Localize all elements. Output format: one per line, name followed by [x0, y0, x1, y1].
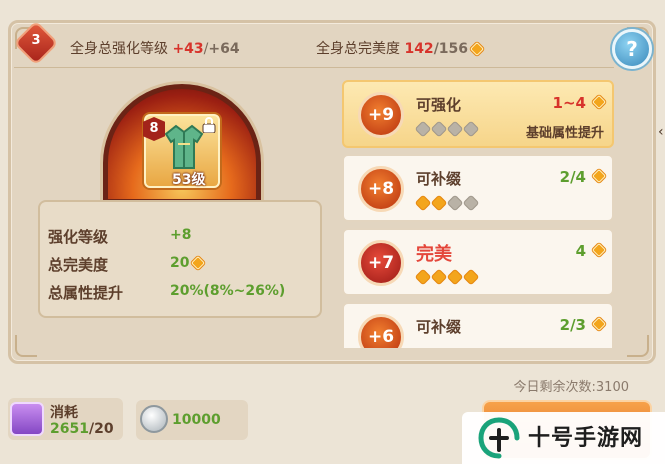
frame-corner [627, 335, 649, 357]
coin-value: 10000 [172, 412, 221, 428]
question-mark-icon: ? [626, 37, 638, 61]
option-title: 可补缀 [416, 318, 462, 336]
rank-badge: 3 [16, 23, 56, 63]
enhance-option-list[interactable]: +9 可强化 1~4 基础属性提升 +8 可补缀 2/4 +7 完美 4 +6 … [342, 80, 616, 348]
robe-icon [164, 124, 204, 169]
equipment-level: 53级 [172, 172, 206, 188]
gem-filled-icon [431, 269, 447, 285]
gem-empty-icon [463, 121, 479, 137]
stat-value-perfection-text: 20 [170, 255, 190, 271]
enhance-stone-icon[interactable] [10, 402, 44, 436]
cost-need: /20 [88, 421, 114, 437]
option-badge: +8 [358, 166, 404, 212]
total-enhance-max: +64 [208, 41, 240, 57]
total-enhance-current: +43 [172, 41, 204, 57]
gem-filled-icon [463, 269, 479, 285]
total-perfection-label: 全身总完美度 [316, 41, 400, 57]
lock-icon[interactable] [202, 117, 216, 133]
stat-label-perfection: 总完美度 [48, 256, 109, 274]
gem-empty-icon [415, 121, 431, 137]
option-item-patch[interactable]: +6 可补缀 2/3 [342, 302, 614, 348]
option-item-perfect[interactable]: +7 完美 4 [342, 228, 614, 296]
stat-value-perfection: 20 [170, 255, 206, 271]
option-gem-row [415, 121, 479, 137]
watermark-logo-icon [478, 417, 520, 459]
option-title: 可强化 [416, 96, 462, 114]
gem-icon [591, 242, 607, 258]
option-badge: +6 [358, 314, 404, 348]
remaining-attempts: 今日剩余次数:3100 [513, 380, 629, 395]
total-perfection-max: /156 [433, 41, 469, 57]
gem-empty-icon [463, 195, 479, 211]
scroll-arrow-icon[interactable]: ‹ [658, 124, 664, 140]
gem-empty-icon [431, 121, 447, 137]
stat-value-enhance: +8 [170, 227, 192, 243]
option-count: 2/4 [559, 168, 586, 186]
gem-filled-icon [415, 269, 431, 285]
help-button[interactable]: ? [612, 29, 652, 69]
perfection-gem-icon [469, 41, 485, 57]
option-count: 1~4 [552, 94, 586, 112]
gem-filled-icon [415, 195, 431, 211]
option-subtitle: 基础属性提升 [525, 126, 604, 141]
option-badge: +7 [358, 240, 404, 286]
gem-empty-icon [447, 195, 463, 211]
stat-label-enhance: 强化等级 [48, 228, 109, 246]
gem-filled-icon [431, 195, 447, 211]
option-item-enhance[interactable]: +9 可强化 1~4 基础属性提升 [342, 80, 614, 148]
rank-level: 3 [31, 33, 41, 48]
perfection-gem-icon [191, 255, 206, 271]
total-enhance-label: 全身总强化等级 [70, 41, 168, 57]
option-gem-row [415, 195, 479, 211]
total-perfection-summary: 全身总完美度 142/156 [316, 38, 485, 58]
stat-value-attribute: 20%(8%~26%) [170, 283, 286, 299]
stat-label-attribute: 总属性提升 [48, 284, 124, 302]
cost-have: 2651 [50, 421, 89, 437]
total-enhance-summary: 全身总强化等级 +43/+64 [70, 38, 240, 58]
silver-coin-icon [140, 405, 168, 433]
gem-empty-icon [447, 121, 463, 137]
equipment-enhance-badge: 8 [143, 117, 165, 141]
cost-count: 2651/20 [50, 421, 114, 437]
gem-icon [591, 316, 607, 332]
option-title: 完美 [416, 244, 452, 265]
option-count: 2/3 [559, 316, 586, 334]
gem-filled-icon [447, 269, 463, 285]
option-badge: +9 [358, 92, 404, 138]
frame-corner [15, 335, 37, 357]
total-perfection-current: 142 [404, 41, 434, 57]
cost-label: 消耗 [50, 405, 78, 421]
gem-icon [591, 94, 607, 110]
gem-icon [591, 168, 607, 184]
option-count: 4 [575, 242, 586, 260]
option-title: 可补缀 [416, 170, 462, 188]
option-item-patch[interactable]: +8 可补缀 2/4 [342, 154, 614, 222]
watermark-text: 十号手游网 [528, 426, 644, 451]
option-gem-row [415, 269, 479, 285]
